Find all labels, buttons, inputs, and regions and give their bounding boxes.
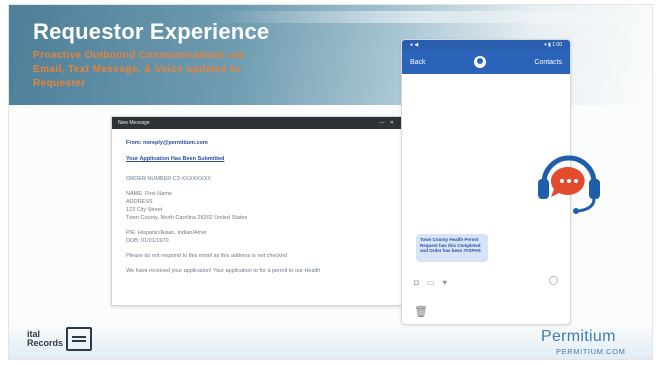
message-toolbar: ◘ ▭ ♥ — [414, 276, 564, 288]
order-number: ORDER NUMBER C3-XXXXXXXX — [126, 176, 211, 182]
window-controls[interactable]: — ✕ — [379, 120, 396, 126]
permitium-url[interactable]: PERMITIUM.COM — [556, 347, 625, 356]
email-line: We have received your application! Your … — [126, 268, 321, 274]
email-line: Please do not respond to this email as t… — [126, 253, 288, 259]
email-line: Town County, North Carolina 28202 United… — [126, 215, 248, 221]
email-from: From: noreply@permitium.com — [126, 140, 208, 146]
header-decoration — [209, 11, 639, 23]
sms-message-bubble: Town County Health Permit Request has th… — [416, 234, 488, 262]
phone-status-bar: ● ◀ ▾ ▮ 1:00 — [402, 40, 570, 50]
phone-nav-bar: Back Contacts — [402, 50, 570, 74]
email-body: From: noreply@permitium.com Your Applica… — [112, 129, 402, 275]
fade-overlay — [112, 285, 402, 305]
subtitle-line: Requester — [33, 78, 86, 89]
vital-records-logo: ital Records — [27, 327, 93, 351]
slide-title: Requestor Experience — [33, 19, 270, 44]
status-left: ● ◀ — [410, 42, 419, 48]
email-window: New Message — ✕ From: noreply@permitium.… — [111, 116, 403, 306]
email-subject[interactable]: Your Application Has Been Submitted — [126, 155, 388, 163]
subtitle-line: Proactive Outbound Communications via — [33, 50, 244, 61]
trash-icon[interactable]: 🗑 — [414, 305, 428, 318]
vital-records-logo-icon — [66, 327, 93, 351]
vital-records-logo-text: ital Records — [27, 330, 63, 348]
camera-icon[interactable]: ◘ — [414, 278, 419, 287]
attach-icon[interactable]: ▭ — [427, 278, 435, 287]
permitium-brand: Permitium — [541, 328, 616, 345]
chat-headset-icon — [538, 155, 600, 214]
presentation-slide: Requestor Experience Proactive Outbound … — [8, 4, 653, 360]
subtitle-line: Email, Text Message, & Voice updates to — [33, 64, 241, 75]
status-right: ▾ ▮ 1:00 — [544, 42, 562, 48]
email-line: 123 City Street — [126, 207, 163, 213]
slide-subtitle: Proactive Outbound Communications via Em… — [33, 49, 298, 91]
email-line: NAME: First Name — [126, 191, 172, 197]
heart-icon[interactable]: ♥ — [442, 278, 447, 287]
email-line: ADDRESS — [126, 199, 153, 205]
email-line: DOB: 01/01/1970 — [126, 238, 169, 244]
back-button[interactable]: Back — [410, 59, 426, 66]
email-titlebar: New Message — ✕ — [112, 117, 402, 129]
send-icon[interactable] — [549, 276, 558, 285]
contacts-button[interactable]: Contacts — [534, 59, 562, 66]
email-line: P/E: Hispanic/Asian, Indian/Amer — [126, 230, 208, 236]
logo-line: Records — [27, 338, 64, 348]
email-window-title: New Message — [118, 120, 150, 126]
avatar-icon[interactable] — [473, 56, 486, 68]
